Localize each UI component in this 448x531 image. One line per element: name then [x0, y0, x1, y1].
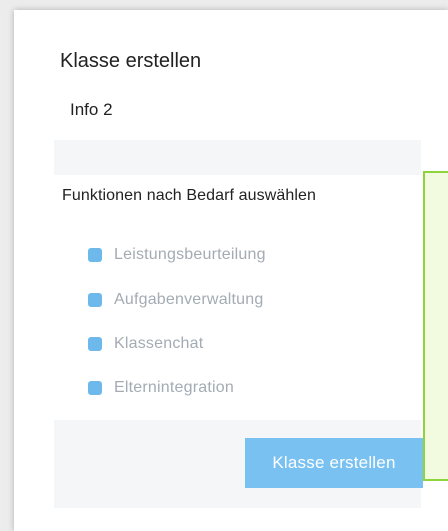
feature-option-aufgabenverwaltung[interactable]: Aufgabenverwaltung — [88, 288, 263, 312]
section-divider — [54, 140, 421, 175]
create-class-button[interactable]: Klasse erstellen — [245, 438, 423, 488]
feature-option-elternintegration[interactable]: Elternintegration — [88, 376, 234, 400]
features-heading: Funktionen nach Bedarf auswählen — [62, 187, 317, 204]
checkbox-icon[interactable] — [88, 248, 102, 262]
feature-label: Klassenchat — [114, 335, 204, 352]
dialog-footer: Klasse erstellen — [54, 420, 423, 508]
feature-label: Aufgabenverwaltung — [114, 291, 264, 308]
annotation-callout — [423, 171, 448, 481]
feature-label: Leistungsbeurteilung — [114, 246, 266, 263]
feature-option-klassenchat[interactable]: Klassenchat — [88, 332, 203, 356]
dialog-subtitle: Info 2 — [70, 100, 113, 119]
checkbox-icon[interactable] — [88, 337, 102, 351]
features-section: Funktionen nach Bedarf auswählen Leistun… — [54, 140, 421, 420]
create-class-dialog: Klasse erstellen Info 2 Funktionen nach … — [14, 10, 448, 531]
feature-label: Elternintegration — [114, 379, 234, 396]
dialog-title: Klasse erstellen — [60, 50, 202, 72]
checkbox-icon[interactable] — [88, 293, 102, 307]
feature-option-leistungsbeurteilung[interactable]: Leistungsbeurteilung — [88, 243, 266, 267]
checkbox-icon[interactable] — [88, 381, 102, 395]
